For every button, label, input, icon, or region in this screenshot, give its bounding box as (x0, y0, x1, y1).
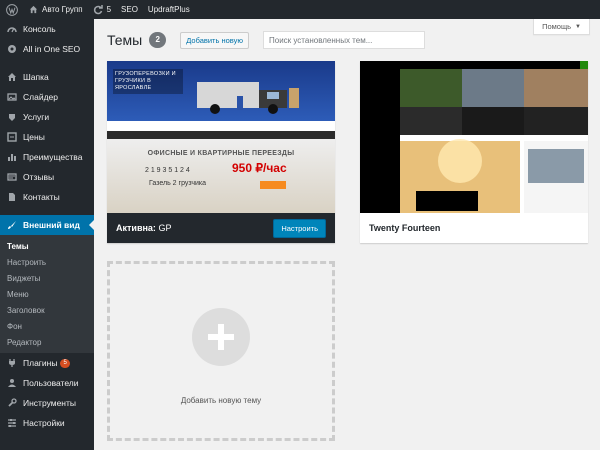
seo-icon (6, 44, 17, 55)
site-name-label: Авто Групп (42, 5, 83, 14)
dashboard-icon (6, 24, 17, 35)
tools-icon (6, 398, 17, 409)
contacts-icon (6, 192, 17, 203)
sidebar-item-tools[interactable]: Инструменты (0, 393, 94, 413)
theme-name-gp: GP (158, 223, 172, 233)
reviews-icon (6, 172, 17, 183)
appearance-submenu: Темы Настроить Виджеты Меню Заголовок Фо… (0, 235, 94, 353)
twenty-fourteen-preview-image (360, 61, 588, 213)
sidebar-item-advantages[interactable]: Преимущества (0, 147, 94, 167)
sidebar-item-label: Преимущества (23, 152, 83, 162)
page-title: Темы (107, 32, 143, 48)
sidebar-item-label: Плагины (23, 358, 58, 368)
sidebar-item-reviews[interactable]: Отзывы (0, 167, 94, 187)
admin-sidebar: Консоль All in One SEO Шапка Слайдер Усл… (0, 19, 94, 450)
updates-link[interactable]: 5 (88, 0, 116, 19)
sidebar-item-slider[interactable]: Слайдер (0, 87, 94, 107)
sidebar-item-prices[interactable]: Цены (0, 127, 94, 147)
gp-preview-hero-title: ОФИСНЫЕ И КВАРТИРНЫЕ ПЕРЕЕЗДЫ (147, 150, 295, 157)
submenu-item-background[interactable]: Фон (0, 318, 94, 334)
wordpress-logo-icon[interactable] (0, 0, 24, 19)
help-label: Помощь (542, 22, 572, 31)
plugin-icon (6, 358, 17, 369)
sidebar-item-label: Консоль (23, 24, 56, 34)
sidebar-item-label: Инструменты (23, 398, 77, 408)
sidebar-item-appearance[interactable]: Внешний вид (0, 215, 94, 235)
sidebar-item-label: Внешний вид (23, 220, 80, 230)
theme-footer-active: Активна: GP Настроить (107, 213, 335, 243)
help-button[interactable]: Помощь ▼ (533, 19, 590, 35)
sidebar-item-label: Настройки (23, 418, 65, 428)
sidebar-item-label: Шапка (23, 72, 49, 82)
price-icon (6, 132, 17, 143)
sidebar-item-label: Отзывы (23, 172, 55, 182)
users-icon (6, 378, 17, 389)
sidebar-item-settings[interactable]: Настройки (0, 413, 94, 433)
paintbrush-icon (6, 220, 17, 231)
customize-button[interactable]: Настроить (273, 218, 326, 238)
gp-preview-price: 950 ₽/час (232, 161, 287, 175)
search-input[interactable]: Поиск установленных тем... (263, 31, 425, 49)
page-header: Темы 2 Добавить новую Поиск установленны… (107, 31, 425, 49)
settings-icon (6, 418, 17, 429)
theme-card-gp[interactable]: ГРУЗОПЕРЕВОЗКИ И ГРУЗЧИКИ В ЯРОСЛАВЛЕ ОФ… (107, 61, 335, 243)
submenu-item-widgets[interactable]: Виджеты (0, 270, 94, 286)
submenu-item-header[interactable]: Заголовок (0, 302, 94, 318)
sidebar-item-label: Цены (23, 132, 45, 142)
home-icon (29, 5, 38, 14)
services-icon (6, 112, 17, 123)
submenu-item-customize[interactable]: Настроить (0, 254, 94, 270)
truck-image (197, 82, 299, 114)
theme-name: Активна: GP (116, 223, 171, 233)
plus-icon (192, 307, 250, 366)
sidebar-item-contacts[interactable]: Контакты (0, 187, 94, 207)
site-name-link[interactable]: Авто Групп (24, 0, 88, 19)
sidebar-item-label: Контакты (23, 192, 60, 202)
theme-screenshot-gp[interactable]: ГРУЗОПЕРЕВОЗКИ И ГРУЗЧИКИ В ЯРОСЛАВЛЕ ОФ… (107, 61, 335, 213)
add-theme-label: Добавить новую тему (180, 395, 262, 405)
add-new-theme-card[interactable]: Добавить новую тему (107, 261, 335, 441)
gp-preview-line2: Газель 2 грузчика (149, 180, 207, 187)
chevron-down-icon: ▼ (575, 23, 581, 30)
gp-preview-line1: 2 1 9 3 5 1 2 4 (145, 167, 190, 174)
sidebar-item-label: Услуги (23, 112, 50, 122)
theme-name-twenty-fourteen: Twenty Fourteen (369, 223, 441, 233)
sidebar-item-label: Пользователи (23, 378, 79, 388)
submenu-item-themes[interactable]: Темы (0, 238, 94, 254)
active-prefix: Активна: (116, 223, 156, 233)
gp-preview-order-button (260, 181, 286, 189)
sidebar-item-users[interactable]: Пользователи (0, 373, 94, 393)
sidebar-item-label: All in One SEO (23, 44, 81, 54)
theme-card-twenty-fourteen[interactable]: Twenty Fourteen (360, 61, 588, 243)
theme-count-badge: 2 (149, 32, 167, 48)
plugins-update-badge: 5 (60, 358, 70, 368)
sidebar-item-plugins[interactable]: Плагины 5 (0, 353, 94, 373)
sidebar-item-header[interactable]: Шапка (0, 67, 94, 87)
admin-bar: Авто Групп 5 SEO UpdraftPlus (0, 0, 600, 19)
chart-icon (6, 152, 17, 163)
seo-link[interactable]: SEO (116, 0, 143, 19)
updraftplus-label: UpdraftPlus (147, 5, 190, 14)
updates-count: 5 (106, 5, 112, 14)
sidebar-item-dashboard[interactable]: Консоль (0, 19, 94, 39)
sidebar-item-services[interactable]: Услуги (0, 107, 94, 127)
image-icon (6, 92, 17, 103)
add-new-theme-button[interactable]: Добавить новую (180, 31, 249, 49)
home-icon (6, 72, 17, 83)
sidebar-item-label: Слайдер (23, 92, 58, 102)
sidebar-item-seo[interactable]: All in One SEO (0, 39, 94, 59)
theme-footer: Twenty Fourteen (360, 213, 588, 243)
seo-label: SEO (121, 5, 138, 14)
main-content: Помощь ▼ Темы 2 Добавить новую Поиск уст… (94, 19, 600, 450)
theme-screenshot-twenty-fourteen[interactable] (360, 61, 588, 213)
submenu-item-editor[interactable]: Редактор (0, 334, 94, 350)
submenu-item-menus[interactable]: Меню (0, 286, 94, 302)
gp-preview-headline: ГРУЗОПЕРЕВОЗКИ И ГРУЗЧИКИ В ЯРОСЛАВЛЕ (113, 69, 183, 94)
refresh-icon (93, 4, 103, 14)
updraftplus-link[interactable]: UpdraftPlus (143, 0, 195, 19)
